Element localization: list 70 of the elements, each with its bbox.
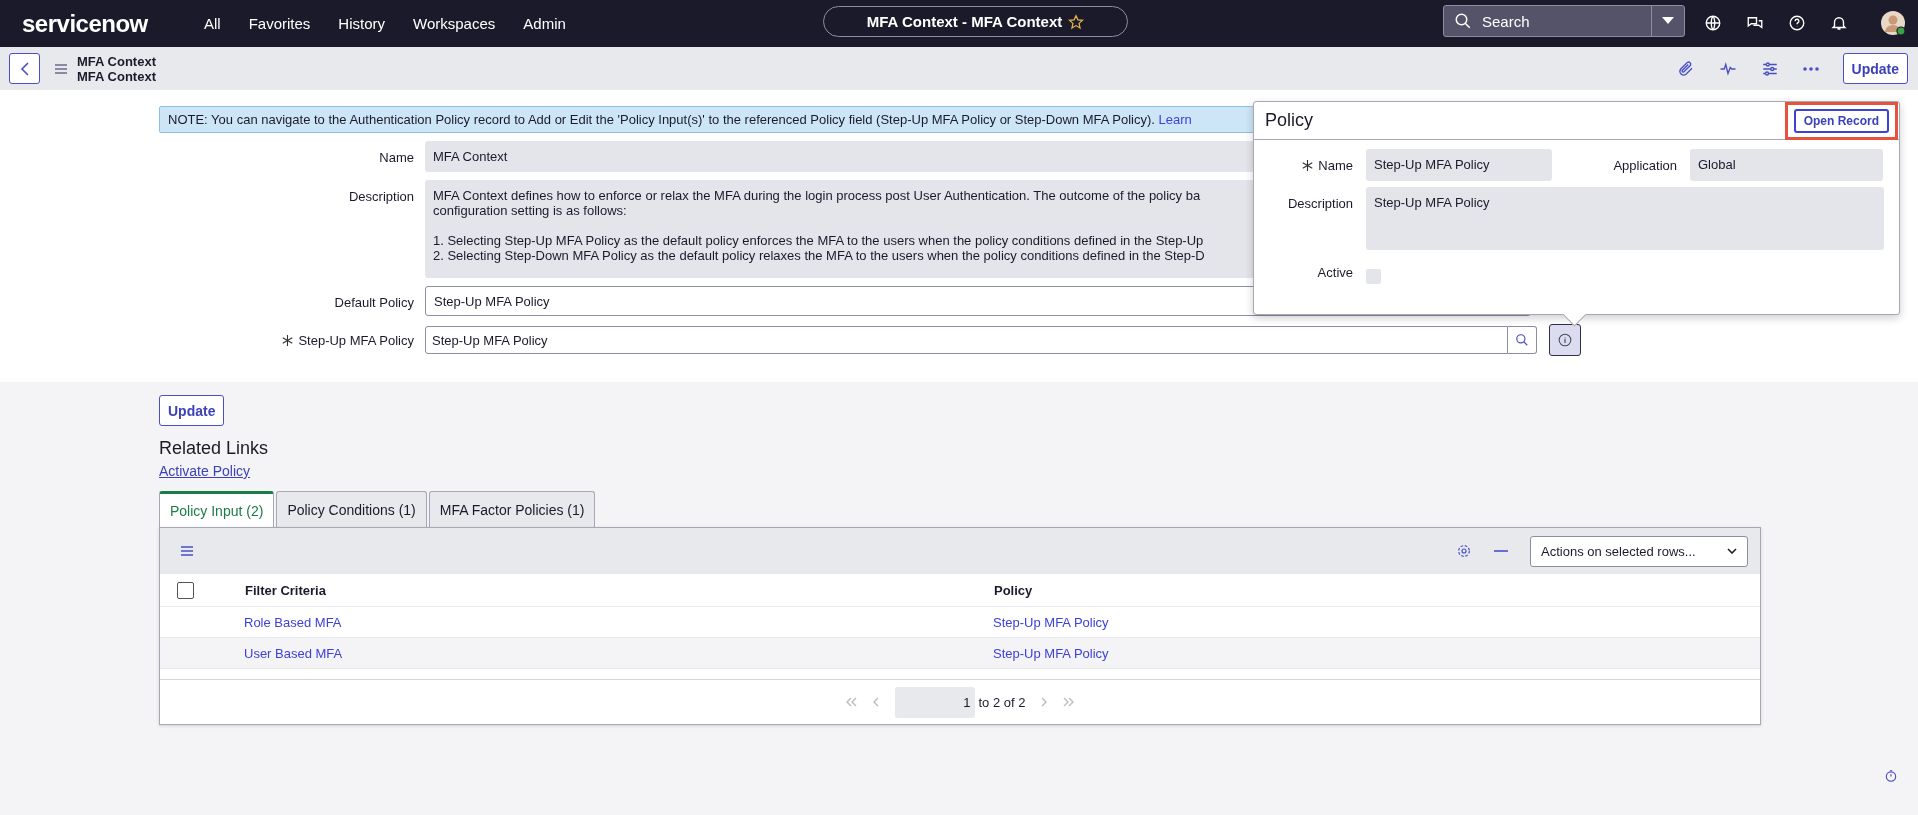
application-field[interactable]: Global [1690,149,1883,181]
table-cell-link[interactable]: Step-Up MFA Policy [993,614,1109,630]
active-checkbox[interactable] [1366,269,1381,284]
learn-link[interactable]: Learn [1158,112,1192,127]
paperclip-icon[interactable] [1676,59,1695,78]
nav-menu-item[interactable]: Admin [523,15,566,32]
chevron-down-icon [1727,548,1737,554]
nav-menu-item[interactable]: History [338,15,386,32]
info-button[interactable] [1549,324,1581,356]
page-number-field[interactable]: 1 [894,686,975,718]
field-label: Description [1286,195,1354,211]
menu-icon[interactable] [54,62,68,75]
info-icon [1558,333,1572,347]
back-button[interactable] [9,53,40,84]
list-menu-icon[interactable] [180,545,194,557]
note-text: NOTE: You can navigate to the Authentication Policy record to Add or Edit the 'Policy Input(s)' to the referenced Policy field (Step-Up MFA Policy or Step-Down MFA Policy). Learn [168,112,1192,127]
search-icon [1454,12,1472,30]
page-range: to 2 of 2 [978,694,1026,710]
description-line: 2. Selecting Step-Down MFA Policy as the default policy relaxes the MFA to the users when the policy conditions defined in the Step-D [433,248,1205,263]
logo[interactable]: servicenow [22,9,182,38]
record-heading: MFA Context [77,53,156,69]
nav-menu-item[interactable]: Workspaces [413,15,496,32]
avatar-icon[interactable] [1880,10,1906,36]
nav-menu-item[interactable]: Favorites [248,15,311,32]
field-label: Name [378,149,415,165]
step-up-policy-field[interactable]: Step-Up MFA Policy [425,326,1508,354]
field-label: Description [347,188,415,204]
update-button[interactable]: Update [1842,53,1908,84]
description-line: 1. Selecting Step-Up MFA Policy as the default policy enforces the MFA to the users when the policy conditions defined in the Step-Up [433,233,1204,248]
table-cell-link[interactable]: Step-Up MFA Policy [993,645,1109,661]
field-label: Step-Up MFA Policy [298,333,414,348]
update-button[interactable]: Update [159,395,225,426]
column-header[interactable]: Filter Criteria [245,582,994,598]
select-all-checkbox[interactable] [177,581,194,599]
search-bar[interactable]: Search [1443,5,1685,37]
help-icon[interactable] [1788,14,1806,32]
record-title: MFA Context - MFA Context [866,13,1063,30]
related-list-tab[interactable]: Policy Conditions (1) [276,491,427,527]
popup-title: Policy [1265,110,1313,131]
stopwatch-icon[interactable] [1884,769,1898,783]
nav-menu-item[interactable]: All [204,15,221,32]
lookup-button[interactable] [1508,326,1537,354]
caret-down-icon [1662,17,1674,25]
search-field[interactable]: Search [1480,11,1643,31]
actions-select[interactable]: Actions on selected rows... [1530,535,1748,567]
bell-icon[interactable] [1830,14,1848,32]
sliders-icon[interactable] [1760,59,1779,78]
gear-icon[interactable] [1456,543,1472,559]
related-list-tab[interactable]: MFA Factor Policies (1) [428,491,596,527]
description-line: MFA Context defines how to enforce or relax the MFA during the login process post User Authentication. The outcome of the policy ba [433,188,1201,203]
field-label: Active [1316,264,1354,280]
globe-icon[interactable] [1704,14,1722,32]
policy-description-field[interactable]: Step-Up MFA Policy [1366,187,1884,250]
open-record-button[interactable]: Open Record [1793,108,1889,133]
record-heading: MFA Context [77,68,156,84]
more-icon[interactable] [1802,66,1819,71]
table-cell-link[interactable]: User Based MFA [244,645,993,661]
field-label: Default Policy [333,294,415,310]
column-header[interactable]: Policy [994,582,1033,598]
field-label: Application [1612,157,1678,173]
chevron-left-icon [19,60,30,77]
search-icon [1515,333,1529,347]
field-label: Name [1318,158,1353,173]
related-links-heading: Related Links [159,438,269,459]
table-cell-link[interactable]: Role Based MFA [244,614,993,630]
policy-name-field[interactable]: Step-Up MFA Policy [1366,149,1552,181]
activate-policy-link[interactable]: Activate Policy [159,463,251,479]
related-list-tab[interactable]: Policy Input (2) [159,491,275,527]
description-line: configuration setting is as follows: [433,203,627,218]
star-icon[interactable] [1068,13,1085,30]
